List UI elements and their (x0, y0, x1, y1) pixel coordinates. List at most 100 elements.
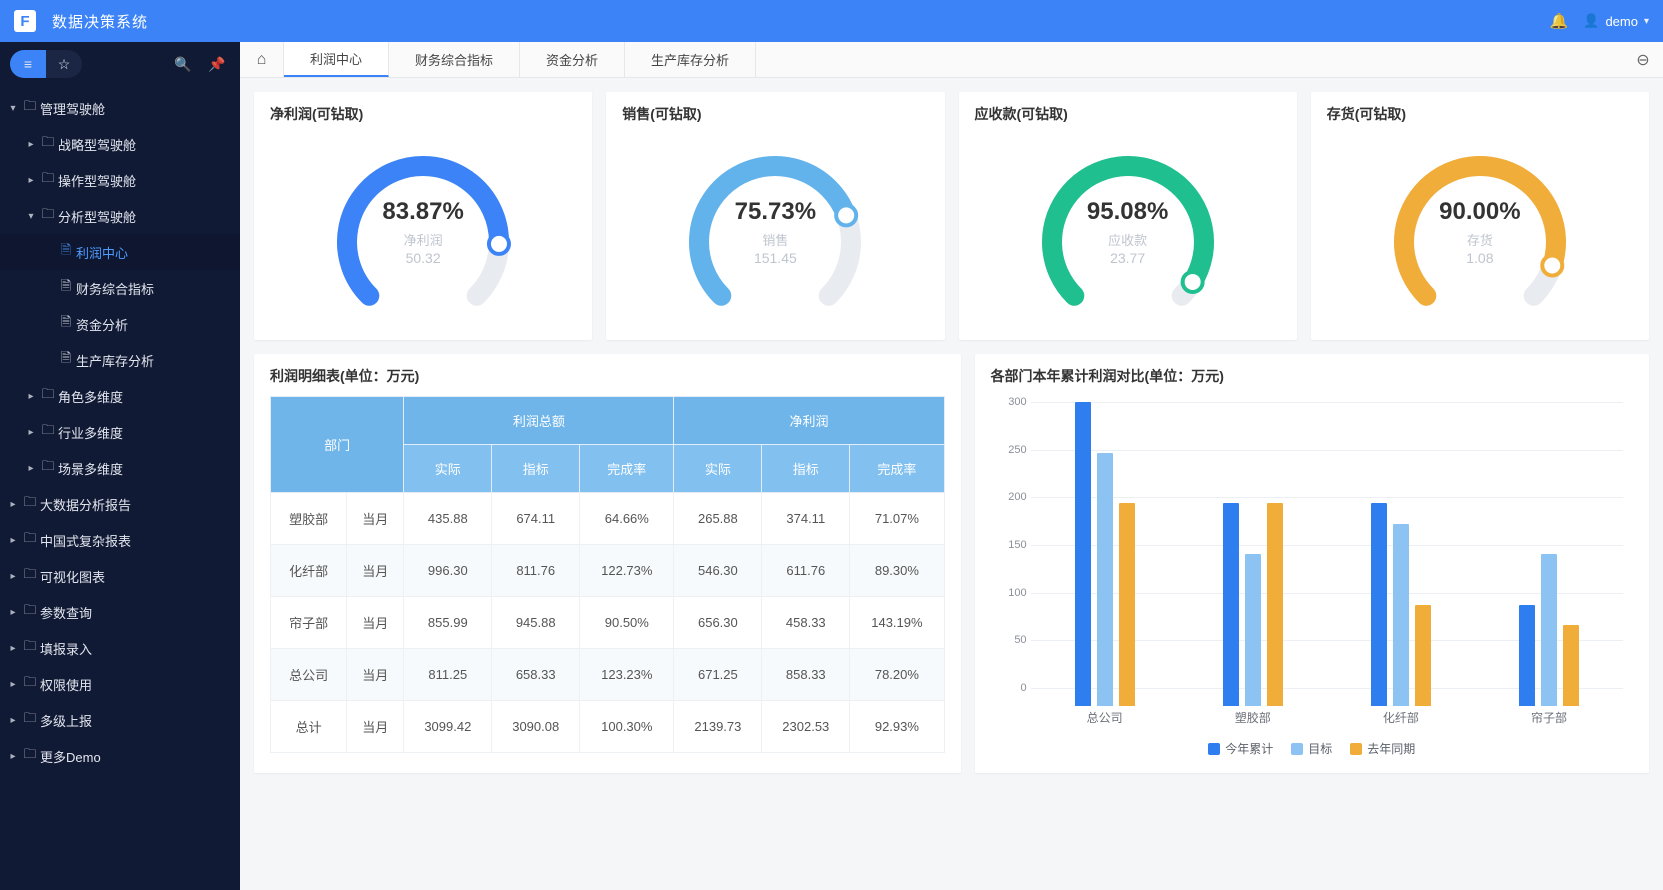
sidebar-item-17[interactable]: ▸🗀多级上报 (0, 702, 240, 738)
cell: 435.88 (404, 493, 492, 545)
sidebar-item-label: 财务综合指标 (76, 279, 230, 298)
sidebar-item-14[interactable]: ▸🗀参数查询 (0, 594, 240, 630)
sidebar-item-15[interactable]: ▸🗀填报录入 (0, 630, 240, 666)
gauge-label: 净利润 (404, 230, 443, 249)
tab-2[interactable]: 资金分析 (520, 42, 625, 77)
x-tick-label: 塑胶部 (1179, 709, 1327, 726)
expand-icon: ▸ (6, 499, 20, 510)
bar (1245, 554, 1261, 706)
bar-group[interactable]: 帘子部 (1475, 402, 1623, 706)
th-dept: 部门 (271, 397, 404, 493)
sidebar-item-2[interactable]: ▸🗀操作型驾驶舱 (0, 162, 240, 198)
sidebar-item-label: 大数据分析报告 (40, 495, 230, 514)
bar-group[interactable]: 化纤部 (1327, 402, 1475, 706)
bell-icon[interactable]: 🔔 (1543, 12, 1575, 30)
gauge-card-1[interactable]: 销售(可钻取)75.73%销售151.45 (606, 92, 944, 340)
th-sub: 指标 (762, 445, 850, 493)
sidebar-item-label: 多级上报 (40, 711, 230, 730)
table-row[interactable]: 总公司当月811.25658.33123.23%671.25858.3378.2… (271, 649, 945, 701)
th-group-gross: 利润总额 (404, 397, 674, 445)
tab-1[interactable]: 财务综合指标 (389, 42, 520, 77)
sidebar-item-1[interactable]: ▸🗀战略型驾驶舱 (0, 126, 240, 162)
sidebar-item-7[interactable]: 🗎生产库存分析 (0, 342, 240, 378)
sidebar-item-10[interactable]: ▸🗀场景多维度 (0, 450, 240, 486)
cell: 458.33 (762, 597, 850, 649)
user-icon: 👤 (1583, 13, 1599, 29)
sidebar: ≡ ☆ 🔍 📌 ▾🗀管理驾驶舱▸🗀战略型驾驶舱▸🗀操作型驾驶舱▾🗀分析型驾驶舱🗎… (0, 42, 240, 890)
sidebar-item-label: 分析型驾驶舱 (58, 207, 230, 226)
folder-icon: 🗀 (20, 493, 40, 515)
file-icon: 🗎 (56, 277, 76, 299)
folder-icon: 🗀 (38, 133, 58, 155)
file-icon: 🗎 (56, 241, 76, 263)
cell-period: 当月 (347, 701, 404, 753)
cell-rate: 92.93% (850, 701, 944, 753)
cell: 945.88 (492, 597, 580, 649)
sidebar-item-18[interactable]: ▸🗀更多Demo (0, 738, 240, 774)
expand-icon: ▸ (6, 643, 20, 654)
cell: 611.76 (762, 545, 850, 597)
cell-rate: 123.23% (580, 649, 674, 701)
cell: 674.11 (492, 493, 580, 545)
legend-item[interactable]: 今年累计 (1208, 740, 1273, 757)
main: ⌂ 利润中心财务综合指标资金分析生产库存分析 ⊖ 净利润(可钻取)83.87%净… (240, 42, 1663, 890)
th-sub: 实际 (674, 445, 762, 493)
sidebar-item-label: 行业多维度 (58, 423, 230, 442)
sidebar-item-9[interactable]: ▸🗀行业多维度 (0, 414, 240, 450)
sidebar-item-0[interactable]: ▾🗀管理驾驶舱 (0, 90, 240, 126)
table-row[interactable]: 塑胶部当月435.88674.1164.66%265.88374.1171.07… (271, 493, 945, 545)
table-row[interactable]: 化纤部当月996.30811.76122.73%546.30611.7689.3… (271, 545, 945, 597)
cell-rate: 64.66% (580, 493, 674, 545)
user-menu[interactable]: 👤 demo ▾ (1583, 13, 1649, 29)
cell: 2302.53 (762, 701, 850, 753)
table-row[interactable]: 帘子部当月855.99945.8890.50%656.30458.33143.1… (271, 597, 945, 649)
cell-rate: 100.30% (580, 701, 674, 753)
gauge-card-2[interactable]: 应收款(可钻取)95.08%应收款23.77 (959, 92, 1297, 340)
cell-period: 当月 (347, 597, 404, 649)
user-name: demo (1605, 14, 1638, 29)
bar-group[interactable]: 总公司 (1031, 402, 1179, 706)
sidebar-item-11[interactable]: ▸🗀大数据分析报告 (0, 486, 240, 522)
y-tick-label: 150 (997, 539, 1027, 551)
legend-item[interactable]: 目标 (1291, 740, 1332, 757)
sidebar-item-3[interactable]: ▾🗀分析型驾驶舱 (0, 198, 240, 234)
cell-period: 当月 (347, 649, 404, 701)
sidebar-item-4[interactable]: 🗎利润中心 (0, 234, 240, 270)
home-tab[interactable]: ⌂ (240, 42, 284, 77)
favorite-view-button[interactable]: ☆ (46, 50, 82, 78)
y-tick-label: 250 (997, 444, 1027, 456)
cell: 855.99 (404, 597, 492, 649)
sidebar-item-12[interactable]: ▸🗀中国式复杂报表 (0, 522, 240, 558)
sidebar-item-label: 场景多维度 (58, 459, 230, 478)
gauge-value: 151.45 (754, 250, 797, 266)
pin-icon[interactable]: 📌 (204, 56, 230, 73)
sidebar-item-16[interactable]: ▸🗀权限使用 (0, 666, 240, 702)
legend-swatch (1350, 743, 1362, 755)
sidebar-item-6[interactable]: 🗎资金分析 (0, 306, 240, 342)
gauge-card-3[interactable]: 存货(可钻取)90.00%存货1.08 (1311, 92, 1649, 340)
sidebar-item-label: 资金分析 (76, 315, 230, 334)
sidebar-item-8[interactable]: ▸🗀角色多维度 (0, 378, 240, 414)
dept-profit-bar-chart[interactable]: 050100150200250300 总公司塑胶部化纤部帘子部 (991, 396, 1633, 736)
table-row[interactable]: 总计当月3099.423090.08100.30%2139.732302.539… (271, 701, 945, 753)
bar-group[interactable]: 塑胶部 (1179, 402, 1327, 706)
cell: 656.30 (674, 597, 762, 649)
expand-icon: ▾ (24, 211, 38, 222)
sidebar-view-toggle: ≡ ☆ (10, 50, 82, 78)
tabstrip-more-button[interactable]: ⊖ (1623, 42, 1663, 77)
x-tick-label: 化纤部 (1327, 709, 1475, 726)
list-view-button[interactable]: ≡ (10, 50, 46, 78)
expand-icon: ▸ (24, 139, 38, 150)
sidebar-item-13[interactable]: ▸🗀可视化图表 (0, 558, 240, 594)
dept-profit-chart-card: 各部门本年累计利润对比(单位：万元) 050100150200250300 总公… (975, 354, 1649, 773)
sidebar-item-5[interactable]: 🗎财务综合指标 (0, 270, 240, 306)
gauge-value: 23.77 (1110, 250, 1145, 266)
gauge-value: 50.32 (406, 250, 441, 266)
folder-icon: 🗀 (38, 169, 58, 191)
search-icon[interactable]: 🔍 (170, 56, 196, 73)
tab-3[interactable]: 生产库存分析 (625, 42, 756, 77)
tab-0[interactable]: 利润中心 (284, 42, 389, 77)
bar (1075, 402, 1091, 706)
legend-item[interactable]: 去年同期 (1350, 740, 1415, 757)
gauge-card-0[interactable]: 净利润(可钻取)83.87%净利润50.32 (254, 92, 592, 340)
